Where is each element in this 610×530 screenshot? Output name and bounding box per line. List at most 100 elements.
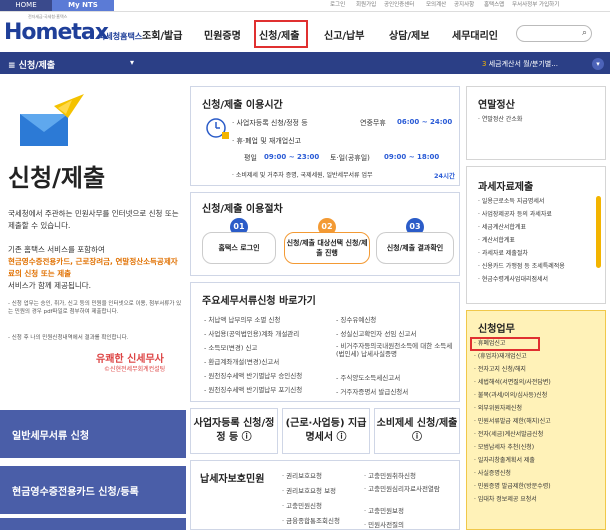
join-link[interactable]: 무서사정부 가입하기 bbox=[512, 0, 559, 11]
doc-link-r2[interactable]: - 성실신고확인자 선임 신고서 bbox=[336, 328, 416, 338]
sitemap-link[interactable]: 홈택스맵 bbox=[484, 0, 504, 11]
hours-row-4-label: · 소비제세 및 거주자 증명, 국제세원, 일반세무서류 업무 bbox=[232, 172, 373, 179]
petition-c1-1[interactable]: · 권리보호요청 bbox=[282, 470, 322, 480]
doc-link-r1[interactable]: - 징수유예신청 bbox=[336, 314, 376, 324]
doc-link-l1[interactable]: - 처납액 납부의무 소멸 신청 bbox=[204, 314, 280, 324]
hours-row-1-label: · 사업자등록 신청/정정 등 bbox=[232, 119, 308, 127]
hometax-logo[interactable]: Hometax bbox=[4, 20, 109, 45]
year-end-title: 연말정산 bbox=[478, 100, 515, 111]
doc-link-l6[interactable]: - 원천징수세액 반기별납부 포기신청 bbox=[204, 384, 302, 394]
service-desc-a: 기존 홈택스 서비스를 포함하여 bbox=[8, 245, 105, 254]
notice-ticker[interactable]: 3 세금계산서 월/분기별... bbox=[482, 59, 558, 69]
petition-c1-2[interactable]: · 권리보호요청 보정 bbox=[282, 485, 336, 495]
more-left-button[interactable] bbox=[0, 518, 186, 530]
apply-item-1[interactable]: · 휴폐업신고 bbox=[474, 338, 505, 351]
tax-submit-item-6[interactable]: · 신용카드 가맹점 등 조세특례적용 bbox=[478, 261, 565, 274]
menu-highlight-box bbox=[254, 20, 308, 48]
petition-c1-3[interactable]: · 고충민원신청 bbox=[282, 500, 322, 510]
apply-item-5[interactable]: · 불복(과세/이의/심사등)신청 bbox=[474, 390, 547, 403]
notice-text: 세금계산서 월/분기별... bbox=[488, 60, 558, 68]
petition-c2-1[interactable]: · 고충민원취하신청 bbox=[364, 470, 416, 480]
watermark-seal: 유쾌한 신세무사 bbox=[96, 354, 164, 365]
step-2-box[interactable]: 신청/제출 대상선택 신청/제출 진행 bbox=[284, 232, 370, 264]
info-bullet-2: - 신청 후 나의 민원신청내역에서 결과를 확인합니다. bbox=[8, 335, 129, 341]
step-3-box[interactable]: 신청/제출 결과확인 bbox=[376, 232, 454, 264]
doc-link-r4[interactable]: - 주식양도소득세신고서 bbox=[336, 372, 400, 382]
petition-c2-3[interactable]: · 고충민원보정 bbox=[364, 505, 404, 515]
page-title: 신청/제출 bbox=[8, 164, 106, 192]
doc-link-r5[interactable]: - 거주자증명서 발급신청서 bbox=[336, 386, 408, 396]
sub-nav-title[interactable]: ≡ 신청/제출 bbox=[8, 58, 55, 71]
watermark-seal-sub: ©신현전세무회계컨설팅 bbox=[104, 366, 166, 373]
docs-title: 주요세무서류신청 바로가기 bbox=[202, 296, 316, 307]
hours-row-2-label: · 휴·폐업 및 재개업신고 bbox=[232, 137, 302, 145]
doc-link-l3[interactable]: - 소득모(변경) 신고 bbox=[204, 342, 257, 352]
login-link[interactable]: 로그인 bbox=[330, 0, 345, 11]
petition-c2-4[interactable]: · 민원사전질의 bbox=[364, 519, 404, 529]
apply-item-13[interactable]: · 임대차 정보제공 요청서 bbox=[474, 494, 537, 507]
search-icon[interactable]: ⌕ bbox=[582, 28, 587, 38]
doc-link-r3[interactable]: - 비거주자등의국내원천소득에 대한 소득세(법인세) 납세사실증명 bbox=[336, 342, 456, 358]
tax-submit-item-7[interactable]: · 현금수령계사업대리점세서 bbox=[478, 274, 548, 287]
petition-c1-4[interactable]: · 금융종합통조회신청 bbox=[282, 515, 340, 525]
signup-link[interactable]: 회원가입 bbox=[356, 0, 376, 11]
apply-item-7[interactable]: · 민원서류발급 제한(해지)신고 bbox=[474, 416, 551, 429]
chevron-down-icon[interactable]: ▾ bbox=[130, 58, 134, 67]
consumption-tax-card[interactable]: 소비제세 신청/제출 ⓘ bbox=[374, 408, 460, 454]
notice-toggle-icon[interactable]: ▾ bbox=[592, 58, 604, 70]
service-desc-c: 서비스가 함께 제공됩니다. bbox=[8, 281, 92, 290]
menu-certificate[interactable]: 민원증명 bbox=[204, 27, 241, 42]
menu-consult[interactable]: 상담/제보 bbox=[389, 27, 429, 42]
apply-item-8[interactable]: · 전자(세금)계산서발급신청 bbox=[474, 429, 543, 442]
step-1-box[interactable]: 홈택스 로그인 bbox=[202, 232, 276, 264]
tax-submit-item-4[interactable]: · 계산서합계표 bbox=[478, 235, 515, 248]
apply-item-10[interactable]: · 일자리창출계획서 제출 bbox=[474, 455, 535, 468]
notice-number: 3 bbox=[482, 60, 487, 68]
apply-item-9[interactable]: · 모범납세자 추천(신청) bbox=[474, 442, 534, 455]
sub-navigation-bar: ≡ 신청/제출 ▾ 3 세금계산서 월/분기별... ▾ bbox=[0, 54, 610, 74]
petition-title: 납세자보호민원 bbox=[200, 474, 265, 485]
tax-submit-title: 과세자료제출 bbox=[478, 182, 534, 193]
hours-row-4-time: 24시간 bbox=[434, 172, 456, 180]
payment-statement-card[interactable]: (근로·사업등) 지급명세서 ⓘ bbox=[282, 408, 370, 454]
doc-link-l2[interactable]: - 사업용(공익법인용)계좌 개설관리 bbox=[204, 328, 299, 338]
info-bullet-1: - 신청 업무는 승인, 취가, 신고 등의 민원을 인터넷으로 이용, 첨부서… bbox=[8, 301, 182, 315]
mock-calc-link[interactable]: 모의계산 bbox=[426, 0, 446, 11]
petition-c2-2[interactable]: · 고충민원심리자료사전열람 bbox=[364, 485, 456, 493]
hours-row-3-weekend-time: 09:00 ~ 18:00 bbox=[384, 153, 440, 161]
tax-submit-item-1[interactable]: · 일용근로소득 지급명세서 bbox=[478, 196, 544, 209]
doc-link-l5[interactable]: - 원천징수세액 반기별납부 승인신청 bbox=[204, 370, 302, 380]
hours-row-1-days: 연중무휴 bbox=[360, 119, 386, 127]
search-input[interactable]: ⌕ bbox=[516, 25, 592, 42]
general-doc-button[interactable]: 일반세무서류 신청 bbox=[0, 410, 186, 458]
hours-title: 신청/제출 이용시간 bbox=[202, 100, 283, 111]
service-desc-b: 현금영수증전용카드, 근로장려금, 연말정산소득공제자료의 신청 또는 제출 bbox=[8, 257, 178, 278]
menu-report-pay[interactable]: 신고/납부 bbox=[324, 27, 364, 42]
envelope-icon bbox=[20, 94, 84, 146]
tax-submit-item-3[interactable]: · 세금계산서합계표 bbox=[478, 222, 526, 235]
scrollbar-thumb[interactable] bbox=[596, 196, 601, 268]
apply-item-12[interactable]: · 민원증명 발급제한(방문수령) bbox=[474, 481, 551, 494]
logo-subtitle: 국세청홈택스 bbox=[98, 32, 143, 41]
apply-item-2[interactable]: · (휴업자)재개업신고 bbox=[474, 351, 527, 364]
my-nts-tab[interactable]: My NTS bbox=[52, 0, 114, 11]
page-description: 국세청에서 주관하는 민원사무를 인터넷으로 신청 또는 제출할 수 있습니다. bbox=[8, 209, 179, 230]
menu-inquiry[interactable]: 조회/발급 bbox=[142, 27, 182, 42]
apply-item-11[interactable]: · 사실증명신청 bbox=[474, 468, 511, 481]
apply-item-3[interactable]: · 전자고지 신청/해지 bbox=[474, 364, 526, 377]
notice-link[interactable]: 공지사항 bbox=[454, 0, 474, 11]
tax-submit-item-5[interactable]: · 과세자료 제출절차 bbox=[478, 248, 528, 261]
doc-link-l4[interactable]: - 환급계좌개설(변경)신고서 bbox=[204, 356, 279, 366]
steps-title: 신청/제출 이용절차 bbox=[202, 204, 283, 215]
biz-registration-card[interactable]: 사업자등록 신청/정정 등 ⓘ bbox=[190, 408, 278, 454]
menu-tax-agent[interactable]: 세무대리인 bbox=[452, 27, 498, 42]
tax-submit-item-2[interactable]: · 사업장제공자 등의 과세자료 bbox=[478, 209, 552, 222]
home-tab[interactable]: HOME bbox=[0, 0, 52, 11]
main-navigation: 전자세금·국세청·홈택스 Hometax 국세청홈택스 조회/발급 민원증명 신… bbox=[0, 12, 610, 54]
year-end-item-1[interactable]: · 연말정산 간소화 bbox=[478, 114, 522, 127]
apply-item-4[interactable]: · 세법해석(서면질의/사전답변) bbox=[474, 377, 551, 390]
cash-receipt-card-button[interactable]: 현금영수증전용카드 신청/등록 bbox=[0, 466, 186, 514]
cert-center-link[interactable]: 공인인증센터 bbox=[384, 0, 414, 11]
apply-title: 신청업무 bbox=[478, 324, 515, 335]
apply-item-6[interactable]: · 외부위원자제신청 bbox=[474, 403, 522, 416]
